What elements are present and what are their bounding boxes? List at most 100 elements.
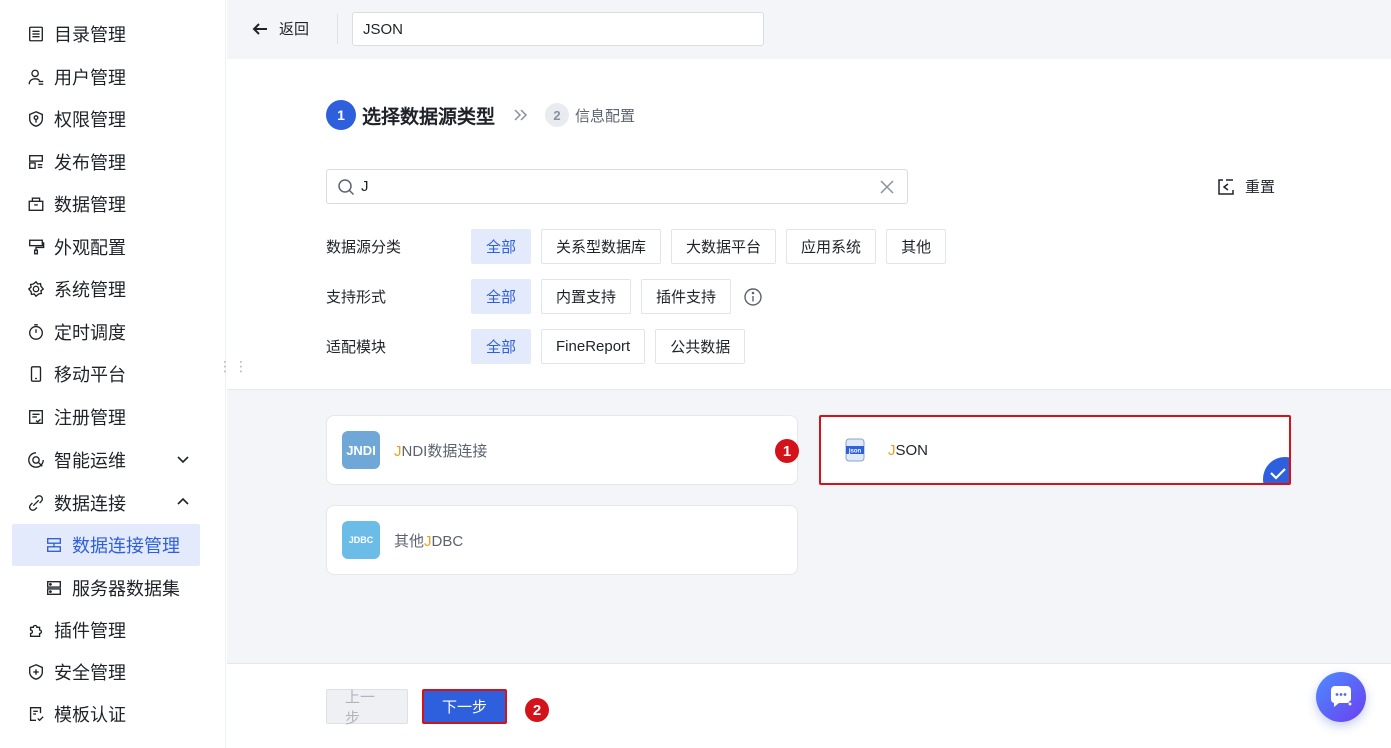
chip-category-other[interactable]: 其他 xyxy=(886,229,947,264)
datasource-name: 其他JDBC xyxy=(394,532,464,550)
security-icon xyxy=(26,662,46,682)
chip-category-all[interactable]: 全部 xyxy=(471,229,532,264)
main-content: 1 选择数据源类型 2 信息配置 重置 数据源分类 全部 关系型数据库 大数据平… xyxy=(227,59,1391,748)
annotation-badge-1: 1 xyxy=(775,439,799,463)
annotation-badge-2: 2 xyxy=(525,698,549,722)
plugin-icon xyxy=(26,620,46,640)
sidebar-item-label: 权限管理 xyxy=(54,110,126,130)
data-icon xyxy=(26,194,46,214)
sidebar-item-label: 目录管理 xyxy=(54,25,126,45)
datasource-card-jndi[interactable]: JNDI JNDI数据连接 xyxy=(326,415,798,485)
chip-support-builtin[interactable]: 内置支持 xyxy=(541,279,632,314)
connection-icon xyxy=(44,535,64,555)
chip-module-finereport[interactable]: FineReport xyxy=(541,329,646,364)
catalog-icon xyxy=(26,24,46,44)
svg-text:json: json xyxy=(848,449,862,455)
step-1-number: 1 xyxy=(326,100,356,130)
chip-module-all[interactable]: 全部 xyxy=(471,329,532,364)
sidebar-item-plugin[interactable]: 插件管理 xyxy=(12,609,200,651)
datasource-name: JNDI数据连接 xyxy=(394,442,488,460)
mobile-icon xyxy=(26,364,46,384)
json-logo-icon: json xyxy=(836,431,874,469)
sidebar-item-mobile[interactable]: 移动平台 xyxy=(12,353,200,395)
sidebar-item-data[interactable]: 数据管理 xyxy=(12,183,200,225)
sidebar-item-label: 安全管理 xyxy=(54,663,126,683)
sidebar-item-catalog[interactable]: 目录管理 xyxy=(12,13,200,55)
info-icon[interactable] xyxy=(743,287,763,307)
jdbc-logo-icon: JDBC xyxy=(342,521,380,559)
chip-category-bigdata[interactable]: 大数据平台 xyxy=(671,229,777,264)
sidebar-item-server-dataset[interactable]: 服务器数据集 xyxy=(12,567,200,609)
chip-module-public-data[interactable]: 公共数据 xyxy=(655,329,746,364)
filter-row-category: 数据源分类 全部 关系型数据库 大数据平台 应用系统 其他 xyxy=(326,229,956,264)
search-input[interactable] xyxy=(361,178,861,195)
sidebar-item-label: 数据连接 xyxy=(54,494,126,514)
search-box[interactable] xyxy=(326,169,908,204)
jndi-logo-icon: JNDI xyxy=(342,431,380,469)
sidebar-item-permissions[interactable]: 权限管理 xyxy=(12,98,200,140)
prev-step-button[interactable]: 上一步 xyxy=(326,689,408,727)
sidebar-item-system[interactable]: 系统管理 xyxy=(12,268,200,310)
clear-icon[interactable] xyxy=(879,179,895,195)
filter-row-support: 支持形式 全部 内置支持 插件支持 xyxy=(326,279,763,314)
sidebar-item-ops[interactable]: 智能运维 xyxy=(12,439,200,481)
link-icon xyxy=(26,493,46,513)
search-icon xyxy=(338,178,355,195)
chip-support-plugin[interactable]: 插件支持 xyxy=(641,279,732,314)
datasource-card-json[interactable]: json JSON xyxy=(819,415,1291,485)
sidebar-item-label: 数据管理 xyxy=(54,195,126,215)
reset-icon xyxy=(1218,178,1234,195)
chat-assistant-button[interactable] xyxy=(1316,672,1366,722)
sidebar-item-label: 外观配置 xyxy=(54,238,126,258)
reset-label: 重置 xyxy=(1245,179,1276,196)
connection-name-input[interactable] xyxy=(352,12,764,46)
filter-label: 适配模块 xyxy=(326,339,387,356)
chip-category-app[interactable]: 应用系统 xyxy=(786,229,877,264)
back-label: 返回 xyxy=(279,21,310,38)
sidebar-item-data-connection[interactable]: 数据连接 xyxy=(12,482,200,524)
sidebar-item-label: 注册管理 xyxy=(54,408,126,428)
sidebar-item-security[interactable]: 安全管理 xyxy=(12,651,200,693)
sidebar-item-label: 模板认证 xyxy=(54,705,126,725)
template-icon xyxy=(26,704,46,724)
sidebar-item-publish[interactable]: 发布管理 xyxy=(12,141,200,183)
sidebar-item-label: 移动平台 xyxy=(54,365,126,385)
sidebar: 目录管理 用户管理 权限管理 发布管理 数据管理 外观配置 系统管理 定时调度 … xyxy=(0,0,226,748)
datasource-name: JSON xyxy=(888,441,929,459)
ops-icon xyxy=(26,450,46,470)
sidebar-item-connection-manage[interactable]: 数据连接管理 xyxy=(12,524,200,566)
chevron-down-icon[interactable] xyxy=(174,450,192,468)
check-icon xyxy=(1263,457,1289,483)
sidebar-item-label: 用户管理 xyxy=(54,68,126,88)
chevron-up-icon[interactable] xyxy=(174,493,192,511)
paint-icon xyxy=(26,237,46,257)
divider xyxy=(337,14,338,44)
steps-indicator: 1 选择数据源类型 2 信息配置 xyxy=(326,100,635,130)
double-chevron-right-icon xyxy=(514,109,528,121)
sidebar-item-template-auth[interactable]: 模板认证 xyxy=(12,693,200,735)
sidebar-item-register[interactable]: 注册管理 xyxy=(12,396,200,438)
datasource-card-jdbc[interactable]: JDBC 其他JDBC xyxy=(326,505,798,575)
reset-button[interactable]: 重置 xyxy=(1217,176,1275,197)
sidebar-item-appearance[interactable]: 外观配置 xyxy=(12,226,200,268)
sidebar-item-users[interactable]: 用户管理 xyxy=(12,56,200,98)
publish-icon xyxy=(26,152,46,172)
step-2-number: 2 xyxy=(545,103,570,127)
user-icon xyxy=(26,67,46,87)
sidebar-item-label: 智能运维 xyxy=(54,451,126,471)
chip-support-all[interactable]: 全部 xyxy=(471,279,532,314)
timer-icon xyxy=(26,322,46,342)
sidebar-item-schedule[interactable]: 定时调度 xyxy=(12,311,200,353)
datasource-list: JNDI JNDI数据连接 1 json JSON JDBC 其他JDBC xyxy=(227,389,1391,663)
next-step-button[interactable]: 下一步 xyxy=(422,689,507,724)
sidebar-item-label: 发布管理 xyxy=(54,153,126,173)
topbar: 返回 xyxy=(227,0,1391,59)
arrow-left-icon xyxy=(252,22,267,35)
register-icon xyxy=(26,407,46,427)
step-2-title: 信息配置 xyxy=(575,107,636,125)
back-button[interactable]: 返回 xyxy=(251,18,309,39)
sidebar-item-label: 插件管理 xyxy=(54,621,126,641)
chip-category-relational[interactable]: 关系型数据库 xyxy=(541,229,662,264)
filter-label: 数据源分类 xyxy=(326,239,402,256)
chat-bubble-icon xyxy=(1330,686,1354,708)
